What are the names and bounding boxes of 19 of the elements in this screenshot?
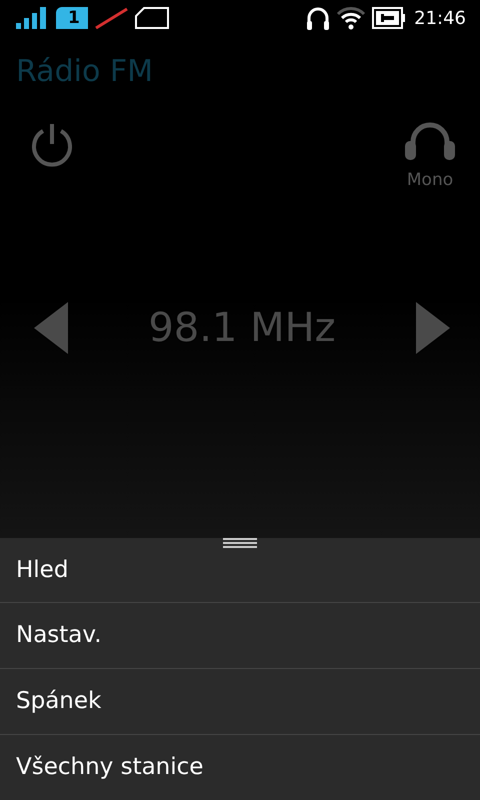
seek-back-icon[interactable] bbox=[34, 302, 68, 354]
power-icon[interactable] bbox=[30, 122, 74, 168]
menu-item[interactable]: Všechny stanice bbox=[0, 734, 480, 800]
battery-charging-icon bbox=[372, 7, 406, 29]
audio-mode-label: Mono bbox=[406, 170, 454, 190]
menu-item[interactable]: Hled bbox=[0, 538, 480, 602]
menu-item[interactable]: Spánek bbox=[0, 668, 480, 734]
menu-item[interactable]: Nastav. bbox=[0, 602, 480, 668]
app-title: Rádio FM bbox=[15, 53, 154, 91]
frequency-display: 98.1 MHz bbox=[148, 305, 336, 351]
headphones-icon[interactable] bbox=[404, 120, 456, 160]
sim-badge: 1 bbox=[56, 7, 88, 29]
clock-time: 21:46 bbox=[414, 8, 466, 28]
sim-card-icon bbox=[134, 7, 170, 29]
seek-forward-icon[interactable] bbox=[416, 302, 450, 354]
headphones-icon bbox=[306, 6, 330, 30]
no-data-icon bbox=[94, 7, 128, 29]
wifi-icon bbox=[336, 6, 366, 30]
drag-handle-icon[interactable] bbox=[223, 538, 257, 548]
